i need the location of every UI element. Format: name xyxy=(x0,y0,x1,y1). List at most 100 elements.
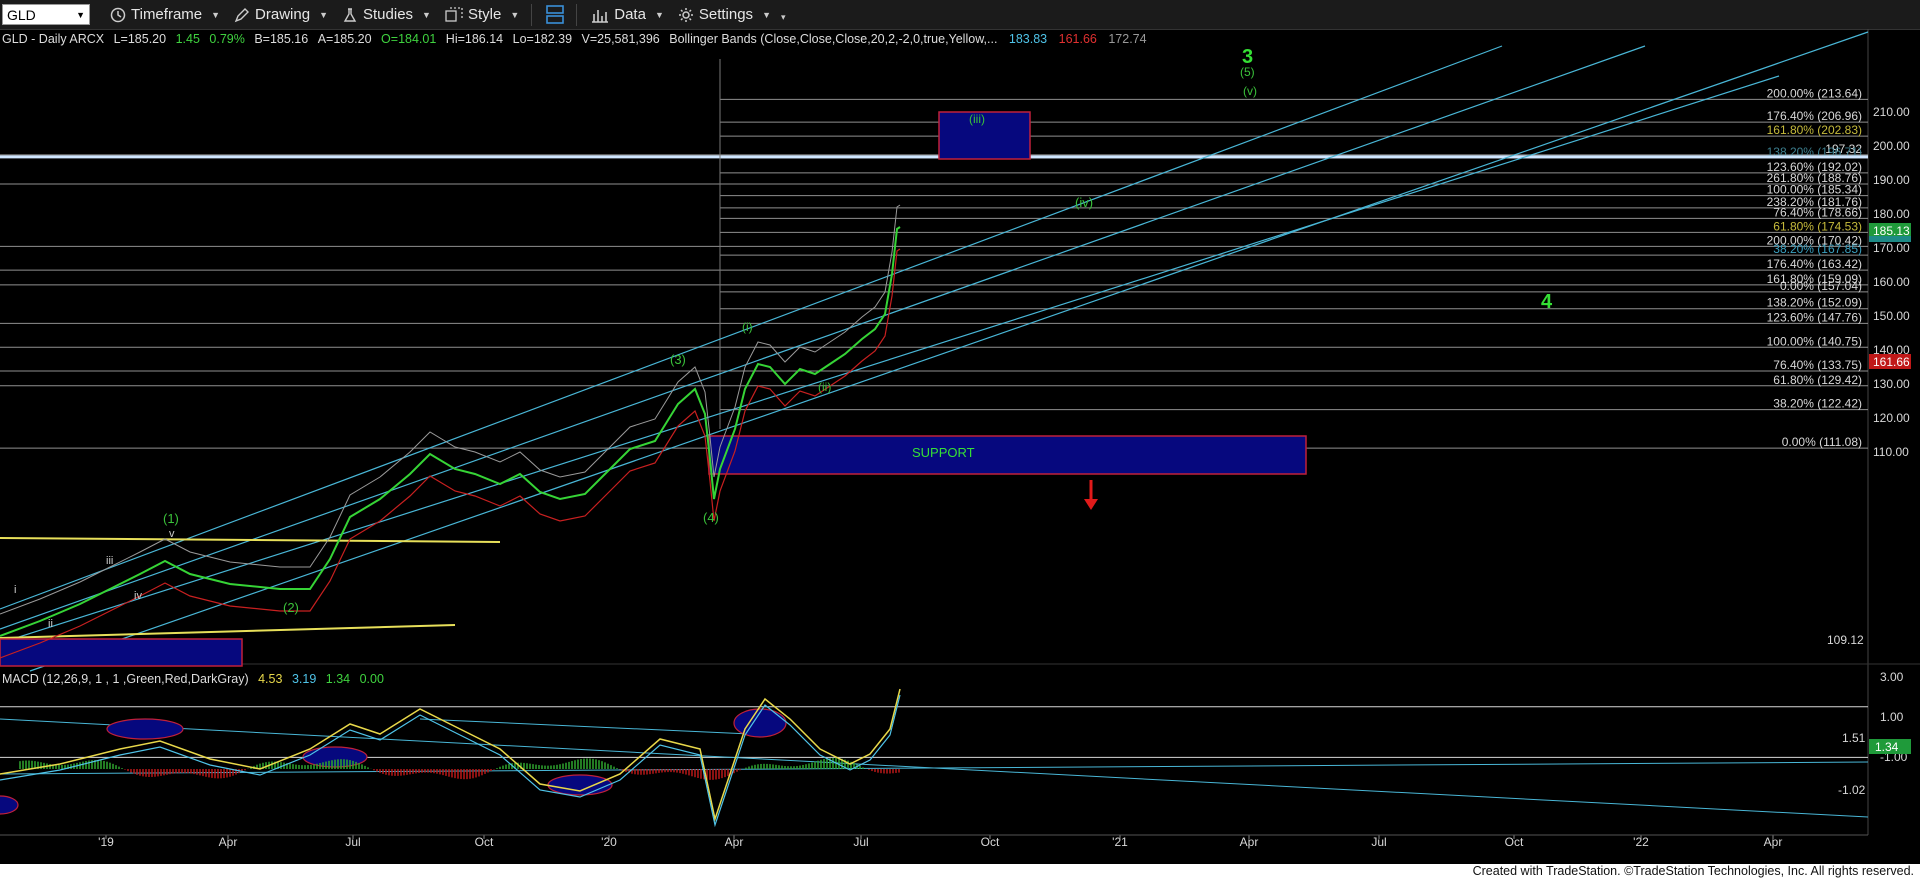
macd-hist-value: 1.34 xyxy=(325,672,351,686)
toolbar-overflow-icon[interactable]: ▾ xyxy=(781,12,786,23)
channel-line xyxy=(0,45,1646,630)
footer-bar: Created with TradeStation. ©TradeStation… xyxy=(0,864,1920,879)
macd-trendline xyxy=(0,718,1869,818)
layout-icon xyxy=(546,4,565,24)
wave-v-label: (v) xyxy=(1243,84,1257,98)
current-price-value: 185.13 xyxy=(1873,224,1910,238)
fib-level-label: 38.20% (167.85) xyxy=(1773,242,1862,256)
fib-level-label: 38.20% (122.42) xyxy=(1773,397,1862,411)
price-axis-label: 210.00 xyxy=(1873,105,1910,119)
fib-level-label: 138.20% (152.09) xyxy=(1767,296,1862,310)
style-icon xyxy=(445,6,463,22)
macd-value: 4.53 xyxy=(258,672,283,686)
macd-axis-label: 1.00 xyxy=(1880,710,1904,724)
macd-mark-lo: -1.02 xyxy=(1838,783,1866,797)
wave-5-label: (5) xyxy=(1240,65,1255,79)
price-axis-label: 160.00 xyxy=(1873,275,1910,289)
lower-band-value: 161.66 xyxy=(1873,355,1910,369)
macd-line xyxy=(0,688,901,822)
caret-down-icon: ▼ xyxy=(422,9,431,20)
timeframe-label: Timeframe xyxy=(131,6,203,23)
caret-down-icon: ▼ xyxy=(319,9,328,20)
fib-level-label: 0.00% (157.04) xyxy=(1780,279,1862,293)
macd-zero-value: 0.00 xyxy=(359,672,384,686)
symbol-input[interactable]: GLD ▼ xyxy=(2,4,90,25)
lower-band-flag: 161.66 xyxy=(1869,354,1911,369)
caret-down-icon: ▼ xyxy=(654,9,664,20)
macd-study-label: MACD (12,26,9, 1 , 1 ,Green,Red,DarkGray… xyxy=(2,672,249,686)
clock-icon xyxy=(110,7,126,22)
current-price-flag: 185.13 xyxy=(1869,223,1911,242)
pen-icon xyxy=(234,7,250,22)
wave-iii-small-label: iii xyxy=(106,555,113,567)
channel-line xyxy=(0,75,1780,644)
settings-menu[interactable]: Settings ▼ xyxy=(678,6,771,23)
macd-highlight-ellipse xyxy=(547,774,613,796)
fib-level-label: 61.80% (129.42) xyxy=(1773,373,1862,387)
drawing-menu[interactable]: Drawing ▼ xyxy=(234,6,328,23)
price-chart[interactable]: 200.00% (213.64) 176.40% (206.96)161.80% … xyxy=(0,29,1920,864)
fib-level-label: 123.60% (147.76) xyxy=(1767,310,1862,324)
price-axis-label: 170.00 xyxy=(1873,241,1910,255)
fib-level-label: 100.00% (140.75) xyxy=(1767,334,1862,348)
price-axis-label: 190.00 xyxy=(1873,173,1910,187)
fib-level-label: 176.40% (163.42) xyxy=(1767,257,1862,271)
studies-menu[interactable]: Studies ▼ xyxy=(342,6,431,23)
chart-toolbar: GLD ▼ Timeframe ▼ Drawing ▼ Studies ▼ Style… xyxy=(0,0,1920,30)
wave-i-label: (i) xyxy=(742,320,753,334)
wave-1-paren-label: (1) xyxy=(163,511,179,526)
price-axis-label: 150.00 xyxy=(1873,309,1910,323)
level-109-label: 109.12 xyxy=(1827,633,1864,647)
toolbar-divider xyxy=(576,3,578,26)
macd-info-line: MACD (12,26,9, 1 , 1 ,Green,Red,DarkGray… xyxy=(2,672,384,686)
fib-level-label: 200.00% (213.64) xyxy=(1767,86,1862,100)
price-series-line xyxy=(0,226,901,637)
flask-icon xyxy=(343,7,357,22)
support-box xyxy=(708,435,1307,475)
toolbar-divider xyxy=(531,3,533,26)
lower-support-box xyxy=(0,638,243,667)
layout-button[interactable] xyxy=(546,4,565,25)
wave-ii-small-label: ii xyxy=(48,618,53,630)
fib-level-label: 76.40% (178.66) xyxy=(1773,205,1862,219)
price-axis-label: 180.00 xyxy=(1873,207,1910,221)
macd-highlight-ellipse xyxy=(106,718,184,740)
macd-highlight-ellipse xyxy=(0,795,19,815)
drawing-label: Drawing xyxy=(255,6,311,23)
wave-4-label: 4 xyxy=(1541,291,1553,313)
fib-level-label: 0.00% (111.08) xyxy=(1782,435,1862,449)
wave-2-paren-label: (2) xyxy=(283,600,299,615)
macd-mark-hi: 1.51 xyxy=(1842,731,1866,745)
wave-3-paren-label: (3) xyxy=(670,352,686,367)
gear-icon xyxy=(678,7,693,22)
caret-down-icon: ▼ xyxy=(510,9,520,20)
fib-level-label: 76.40% (133.75) xyxy=(1773,358,1862,372)
caret-down-icon: ▼ xyxy=(211,9,221,20)
macd-signal-value: 3.19 xyxy=(291,672,317,686)
macd-current-value: 1.34 xyxy=(1875,740,1899,754)
timeframe-menu[interactable]: Timeframe ▼ xyxy=(110,6,220,23)
wave-iv-small-label: iv xyxy=(134,590,142,602)
wave-ii-label: (ii) xyxy=(818,380,831,394)
wave-v-small-label: v xyxy=(169,528,175,540)
macd-trendline xyxy=(419,718,751,735)
data-label: Data xyxy=(614,6,646,23)
yellow-trendline xyxy=(0,537,501,543)
price-axis-label: 130.00 xyxy=(1873,377,1910,391)
copyright-text: Created with TradeStation. ©TradeStation… xyxy=(1472,864,1914,878)
macd-axis-label: 3.00 xyxy=(1880,670,1904,684)
data-menu[interactable]: Data ▼ xyxy=(591,6,664,23)
wave-i-small-label: i xyxy=(14,584,16,596)
fib-level-label: 61.80% (174.53) xyxy=(1773,219,1862,233)
symbol-value: GLD xyxy=(7,6,36,23)
studies-label: Studies xyxy=(363,6,414,23)
price-axis-label: 110.00 xyxy=(1873,445,1909,459)
bar-chart-icon xyxy=(592,9,609,23)
macd-current-flag: 1.34 xyxy=(1869,739,1911,754)
style-label: Style xyxy=(467,6,502,23)
wave-iv-label: (iv) xyxy=(1075,195,1093,210)
price-axis-label: 200.00 xyxy=(1873,139,1910,153)
settings-label: Settings xyxy=(698,6,754,23)
chevron-down-icon[interactable]: ▼ xyxy=(76,10,85,20)
style-menu[interactable]: Style ▼ xyxy=(445,6,519,23)
